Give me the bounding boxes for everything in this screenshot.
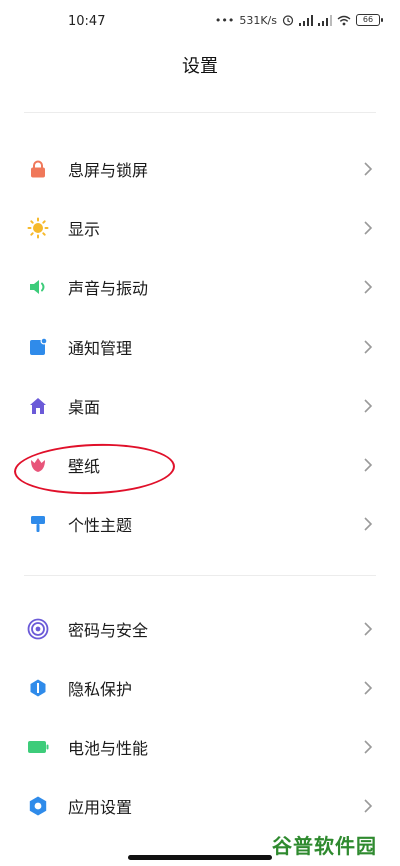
settings-item-privacy[interactable]: 隐私保护: [0, 663, 400, 713]
settings-item-themes[interactable]: 个性主题: [0, 499, 400, 549]
divider: [24, 112, 376, 113]
wifi-icon: [337, 15, 351, 25]
chevron-right-icon: [364, 399, 373, 413]
chevron-right-icon: [364, 162, 373, 176]
home-indicator[interactable]: [128, 855, 272, 860]
settings-item-label: 通知管理: [68, 339, 133, 358]
fingerprint-icon: [27, 618, 49, 640]
settings-item-label: 电池与性能: [68, 739, 149, 758]
settings-item-desktop[interactable]: 桌面: [0, 381, 400, 431]
settings-item-apps[interactable]: 应用设置: [0, 781, 400, 831]
settings-item-display[interactable]: 显示: [0, 203, 400, 253]
chevron-right-icon: [364, 280, 373, 294]
signal-icon: [299, 14, 313, 26]
settings-item-label: 隐私保护: [68, 680, 133, 699]
chevron-right-icon: [364, 340, 373, 354]
status-indicators: ••• 531K/s 66: [214, 12, 383, 28]
battery-icon: [27, 736, 49, 758]
watermark: 谷普软件园: [272, 834, 377, 858]
lock-icon: [27, 158, 49, 180]
home-icon: [27, 395, 49, 417]
chevron-right-icon: [364, 799, 373, 813]
privacy-icon: [27, 677, 49, 699]
alarm-icon: [282, 15, 294, 26]
settings-item-label: 桌面: [68, 398, 101, 417]
chevron-right-icon: [364, 681, 373, 695]
settings-item-notifications[interactable]: 通知管理: [0, 322, 400, 372]
chevron-right-icon: [364, 458, 373, 472]
signal-2-icon: [318, 14, 332, 26]
more-dots-icon: •••: [214, 13, 235, 27]
settings-item-security[interactable]: 密码与安全: [0, 604, 400, 654]
page-title: 设置: [182, 56, 218, 77]
chevron-right-icon: [364, 740, 373, 754]
status-bar: 10:47 ••• 531K/s 66: [0, 0, 400, 40]
settings-item-lockscreen[interactable]: 息屏与锁屏: [0, 144, 400, 194]
settings-item-label: 应用设置: [68, 798, 133, 817]
chevron-right-icon: [364, 622, 373, 636]
chevron-right-icon: [364, 517, 373, 531]
settings-item-sound[interactable]: 声音与振动: [0, 262, 400, 312]
settings-item-label: 个性主题: [68, 516, 133, 535]
battery-indicator: 66: [356, 14, 383, 26]
network-speed: 531K/s: [239, 13, 277, 27]
settings-item-label: 息屏与锁屏: [68, 161, 149, 180]
settings-item-label: 密码与安全: [68, 621, 149, 640]
divider: [24, 575, 376, 576]
settings-item-label: 显示: [68, 220, 101, 239]
status-time: 10:47: [68, 14, 106, 29]
gear-icon: [27, 795, 49, 817]
brush-icon: [27, 513, 49, 535]
chevron-right-icon: [364, 221, 373, 235]
speaker-icon: [27, 276, 49, 298]
notification-icon: [27, 336, 49, 358]
sun-icon: [27, 217, 49, 239]
settings-item-battery[interactable]: 电池与性能: [0, 722, 400, 772]
settings-item-label: 声音与振动: [68, 279, 149, 298]
